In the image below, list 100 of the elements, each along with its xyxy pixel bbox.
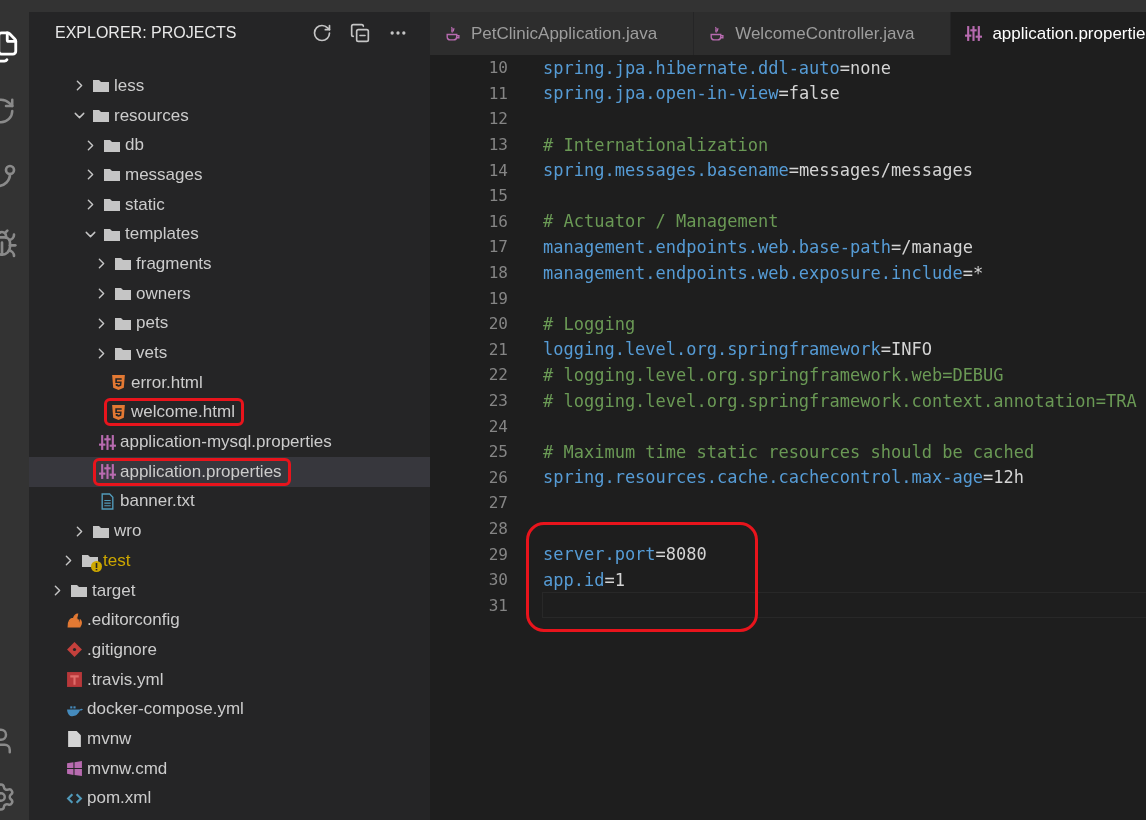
file-item[interactable]: mvnw — [60, 724, 141, 753]
folder-item[interactable]: less — [86, 71, 154, 100]
file-icon — [66, 730, 83, 748]
line-number: 28 — [487, 519, 508, 538]
property-key: server.port — [543, 544, 656, 565]
line-number: 19 — [487, 288, 508, 308]
editor-tab[interactable]: application.propertie — [951, 12, 1146, 55]
folder-item[interactable]: static — [97, 190, 174, 219]
code-comment: # logging.level.org.springframework.context.annotation=TRA — [543, 390, 1137, 411]
html5-icon — [110, 403, 127, 421]
property-key: management.endpoints.web.exposure.include — [543, 262, 963, 283]
coffee-cup-icon — [444, 25, 461, 42]
property-value: =1 — [604, 569, 625, 590]
folder-name: templates — [125, 224, 199, 245]
highlighted-file-item[interactable]: application.properties — [93, 457, 291, 486]
property-value: =8080 — [655, 544, 707, 565]
line-number: 31 — [487, 595, 508, 615]
folder-item[interactable]: resources — [86, 101, 198, 130]
folder-name: wro — [114, 521, 142, 542]
folder-name: db — [125, 135, 144, 156]
folder-name: fragments — [136, 253, 212, 274]
folder-item[interactable]: messages — [97, 160, 212, 189]
line-number: 21 — [487, 339, 508, 359]
property-value: =/manage — [891, 236, 973, 257]
document-icon — [99, 492, 116, 510]
line-number: 12 — [487, 109, 508, 129]
folder-icon — [103, 167, 121, 183]
coffee-cup-icon — [708, 25, 726, 42]
sliders-icon — [99, 433, 116, 451]
folder-name: vets — [136, 343, 168, 364]
line-number: 26 — [487, 467, 508, 487]
file-item[interactable]: error.html — [104, 368, 212, 397]
sliders-icon — [99, 463, 116, 481]
file-item[interactable]: banner.txt — [93, 487, 204, 516]
folder-item[interactable]: vets — [108, 339, 177, 368]
folder-item[interactable]: templates — [97, 220, 208, 249]
editor-tab[interactable]: PetClinicApplication.java — [430, 12, 695, 55]
line-number: 16 — [487, 211, 508, 231]
code-comment: # logging.level.org.springframework.web=DEBUG — [543, 364, 1004, 385]
file-name: .travis.yml — [87, 669, 164, 690]
square-icon — [66, 671, 83, 689]
folder-item[interactable]: pets — [108, 309, 178, 338]
line-number: 27 — [487, 493, 508, 513]
collapse-all-icon[interactable] — [350, 23, 370, 43]
highlighted-file-item[interactable]: welcome.html — [104, 398, 244, 427]
folder-name: static — [125, 194, 165, 215]
folder-name: target — [92, 580, 136, 601]
folder-name: messages — [125, 164, 203, 185]
folder-icon — [114, 256, 132, 272]
file-item[interactable]: .gitignore — [60, 635, 166, 664]
folder-item[interactable]: db — [97, 131, 153, 160]
folder-icon — [92, 108, 110, 124]
line-number: 15 — [487, 186, 508, 206]
line-number: 25 — [487, 442, 508, 462]
property-value: =12h — [983, 467, 1025, 488]
folder-name: resources — [114, 105, 189, 126]
folder-icon — [114, 345, 132, 361]
line-number: 29 — [487, 544, 508, 564]
folder-icon — [103, 137, 121, 153]
file-item[interactable]: pom.xml — [60, 784, 161, 813]
file-item[interactable]: application-mysql.properties — [93, 428, 341, 457]
property-value: =false — [778, 83, 840, 104]
line-number: 20 — [487, 314, 508, 334]
file-name: error.html — [131, 372, 203, 393]
editor-tab[interactable]: WelcomeController.java — [694, 12, 952, 55]
property-value: =messages/messages — [788, 160, 973, 181]
line-number: 11 — [487, 83, 508, 103]
property-key: spring.jpa.hibernate.ddl-auto — [543, 57, 840, 78]
file-item[interactable]: docker-compose.yml — [60, 695, 253, 724]
folder-name: owners — [136, 283, 191, 304]
file-name: pom.xml — [87, 788, 152, 809]
folder-icon — [92, 78, 110, 94]
file-name: .gitignore — [87, 639, 157, 660]
property-value: =none — [839, 57, 891, 78]
sidebar-title: EXPLORER: PROJECTS — [55, 24, 238, 42]
folder-item[interactable]: test — [75, 546, 140, 575]
refresh-icon[interactable] — [312, 23, 332, 43]
windows-icon — [66, 760, 83, 778]
file-item[interactable]: .travis.yml — [60, 665, 173, 694]
file-name: docker-compose.yml — [87, 699, 244, 720]
line-number: 17 — [487, 237, 508, 257]
folder-name: pets — [136, 313, 169, 334]
folder-icon — [114, 315, 132, 331]
folder-item[interactable]: fragments — [108, 249, 221, 278]
folder-item[interactable]: target — [64, 576, 145, 605]
line-number: 24 — [487, 416, 508, 436]
file-item[interactable]: .editorconfig — [60, 606, 189, 635]
folder-icon — [103, 226, 121, 242]
folder-icon — [114, 286, 132, 302]
code-comment: # Actuator / Management — [543, 211, 779, 232]
file-name: welcome.html — [131, 402, 235, 423]
property-value: =INFO — [880, 339, 932, 360]
sliders-icon — [965, 25, 983, 42]
file-name: application.properties — [120, 461, 282, 482]
folder-item[interactable]: owners — [108, 279, 200, 308]
file-item[interactable]: mvnw.cmd — [60, 754, 177, 783]
folder-item[interactable]: wro — [86, 517, 151, 546]
file-name: .editorconfig — [87, 610, 180, 631]
code-comment: # Internationalization — [543, 134, 769, 155]
line-number: 14 — [487, 160, 508, 180]
